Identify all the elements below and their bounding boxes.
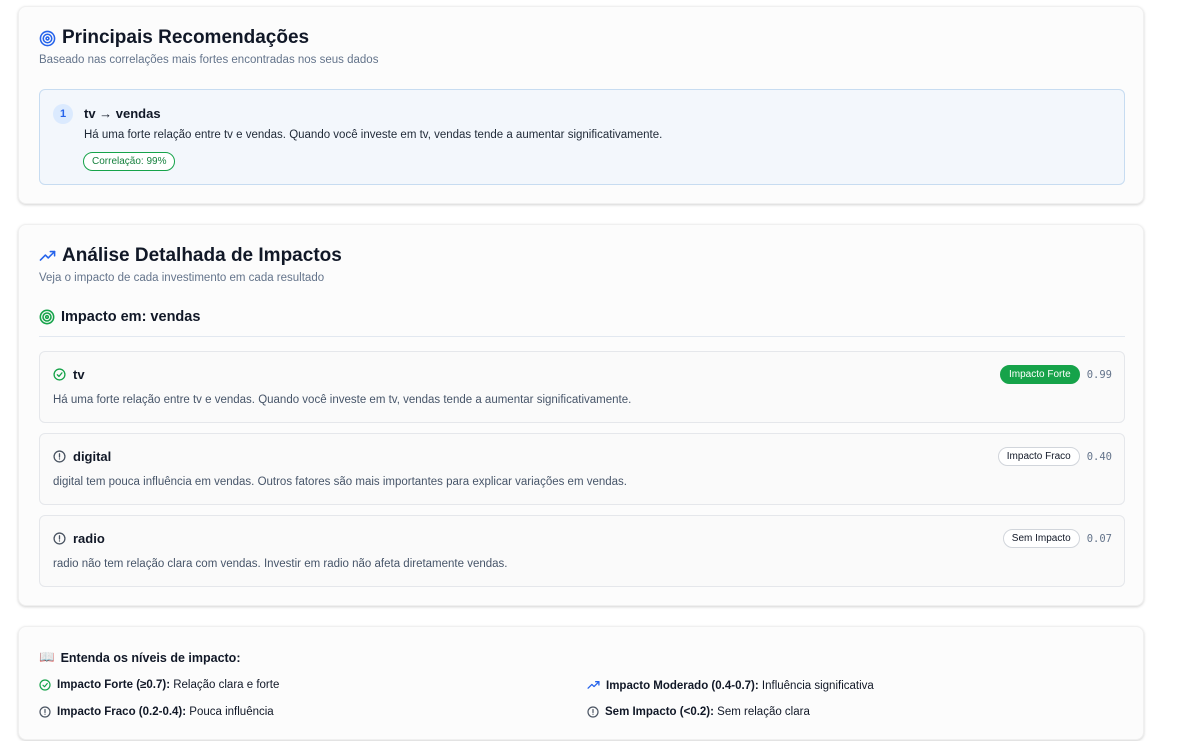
book-icon: 📖 [39,650,55,664]
legend-label: Impacto Fraco (0.2-0.4): [57,706,187,718]
legend-item-moderate: Impacto Moderado (0.4-0.7): Influência s… [587,679,874,692]
impact-score: 0.40 [1086,450,1112,463]
impact-description: digital tem pouca influência em vendas. … [53,476,628,488]
recommendation-item: 1 tv → vendas Há uma forte relação entre… [39,89,1125,185]
impact-score: 0.07 [1086,532,1112,545]
analysis-subtitle: Veja o impacto de cada investimento em c… [39,272,325,284]
impact-badge: Impacto Forte [1000,365,1080,384]
impact-name-text: radio [73,531,105,546]
correlation-badge: Correlação: 99% [83,152,176,171]
legend-text: Sem relação clara [717,706,810,718]
impact-score-group: Impacto Forte 0.99 [1000,365,1112,384]
impact-name: tv [53,367,85,382]
alert-circle-icon [39,706,51,718]
alert-circle-icon [587,706,599,718]
impact-name-text: tv [73,367,85,382]
legend-text: Relação clara e forte [173,679,280,691]
target-icon [39,309,55,325]
impact-item-tv: tv Impacto Forte 0.99 Há uma forte relaç… [39,351,1125,423]
legend-item-strong: Impacto Forte (≥0.7): Relação clara e fo… [39,679,279,691]
legend-card: 📖 Entenda os níveis de impacto: Impacto … [18,626,1144,740]
impact-name-text: digital [73,449,112,464]
impact-badge: Impacto Fraco [997,447,1080,466]
target-heading: Impacto em: vendas [39,309,1125,337]
impact-description: Há uma forte relação entre tv e vendas. … [53,394,632,406]
legend-label: Impacto Forte (≥0.7): [57,679,171,691]
impact-item-digital: digital Impacto Fraco 0.40 digital tem p… [39,433,1125,505]
recommendations-card: Principais Recomendações Baseado nas cor… [18,6,1144,204]
recommendation-title: tv → vendas [84,106,161,121]
alert-circle-icon [53,532,66,545]
check-circle-icon [53,368,66,381]
recommendations-subtitle: Baseado nas correlações mais fortes enco… [39,54,379,66]
analysis-card: Análise Detalhada de Impactos Veja o imp… [18,224,1144,606]
legend-text: Pouca influência [189,706,274,718]
recommendation-number: 1 [53,104,73,124]
recommendation-description: Há uma forte relação entre tv e vendas. … [84,129,663,141]
legend-label: Impacto Moderado (0.4-0.7): [606,679,759,692]
check-circle-icon [39,679,51,691]
target-heading-text: Impacto em: vendas [61,309,201,325]
impact-score-group: Sem Impacto 0.07 [1002,529,1112,548]
legend-item-none: Sem Impacto (<0.2): Sem relação clara [587,706,810,718]
legend-text: Influência significativa [761,679,874,692]
target-icon [39,30,56,47]
impact-score-group: Impacto Fraco 0.40 [997,447,1112,466]
impact-item-radio: radio Sem Impacto 0.07 radio não tem rel… [39,515,1125,587]
impact-description: radio não tem relação clara com vendas. … [53,558,508,570]
recommendations-title-text: Principais Recomendações [62,27,310,48]
alert-circle-icon [53,450,66,463]
legend-item-weak: Impacto Fraco (0.2-0.4): Pouca influênci… [39,706,274,718]
legend-label: Sem Impacto (<0.2): [605,706,714,718]
trending-up-icon [587,679,600,692]
analysis-title-text: Análise Detalhada de Impactos [62,245,342,266]
impact-name: digital [53,449,111,464]
recommendations-title: Principais Recomendações [39,27,309,49]
trending-up-icon [39,248,56,265]
impact-badge: Sem Impacto [1002,529,1080,548]
analysis-title: Análise Detalhada de Impactos [39,245,342,267]
legend-title-text: Entenda os níveis de impacto: [60,650,241,665]
impact-score: 0.99 [1086,368,1112,381]
legend-title: 📖 Entenda os níveis de impacto: [39,650,240,665]
impact-name: radio [53,531,105,546]
